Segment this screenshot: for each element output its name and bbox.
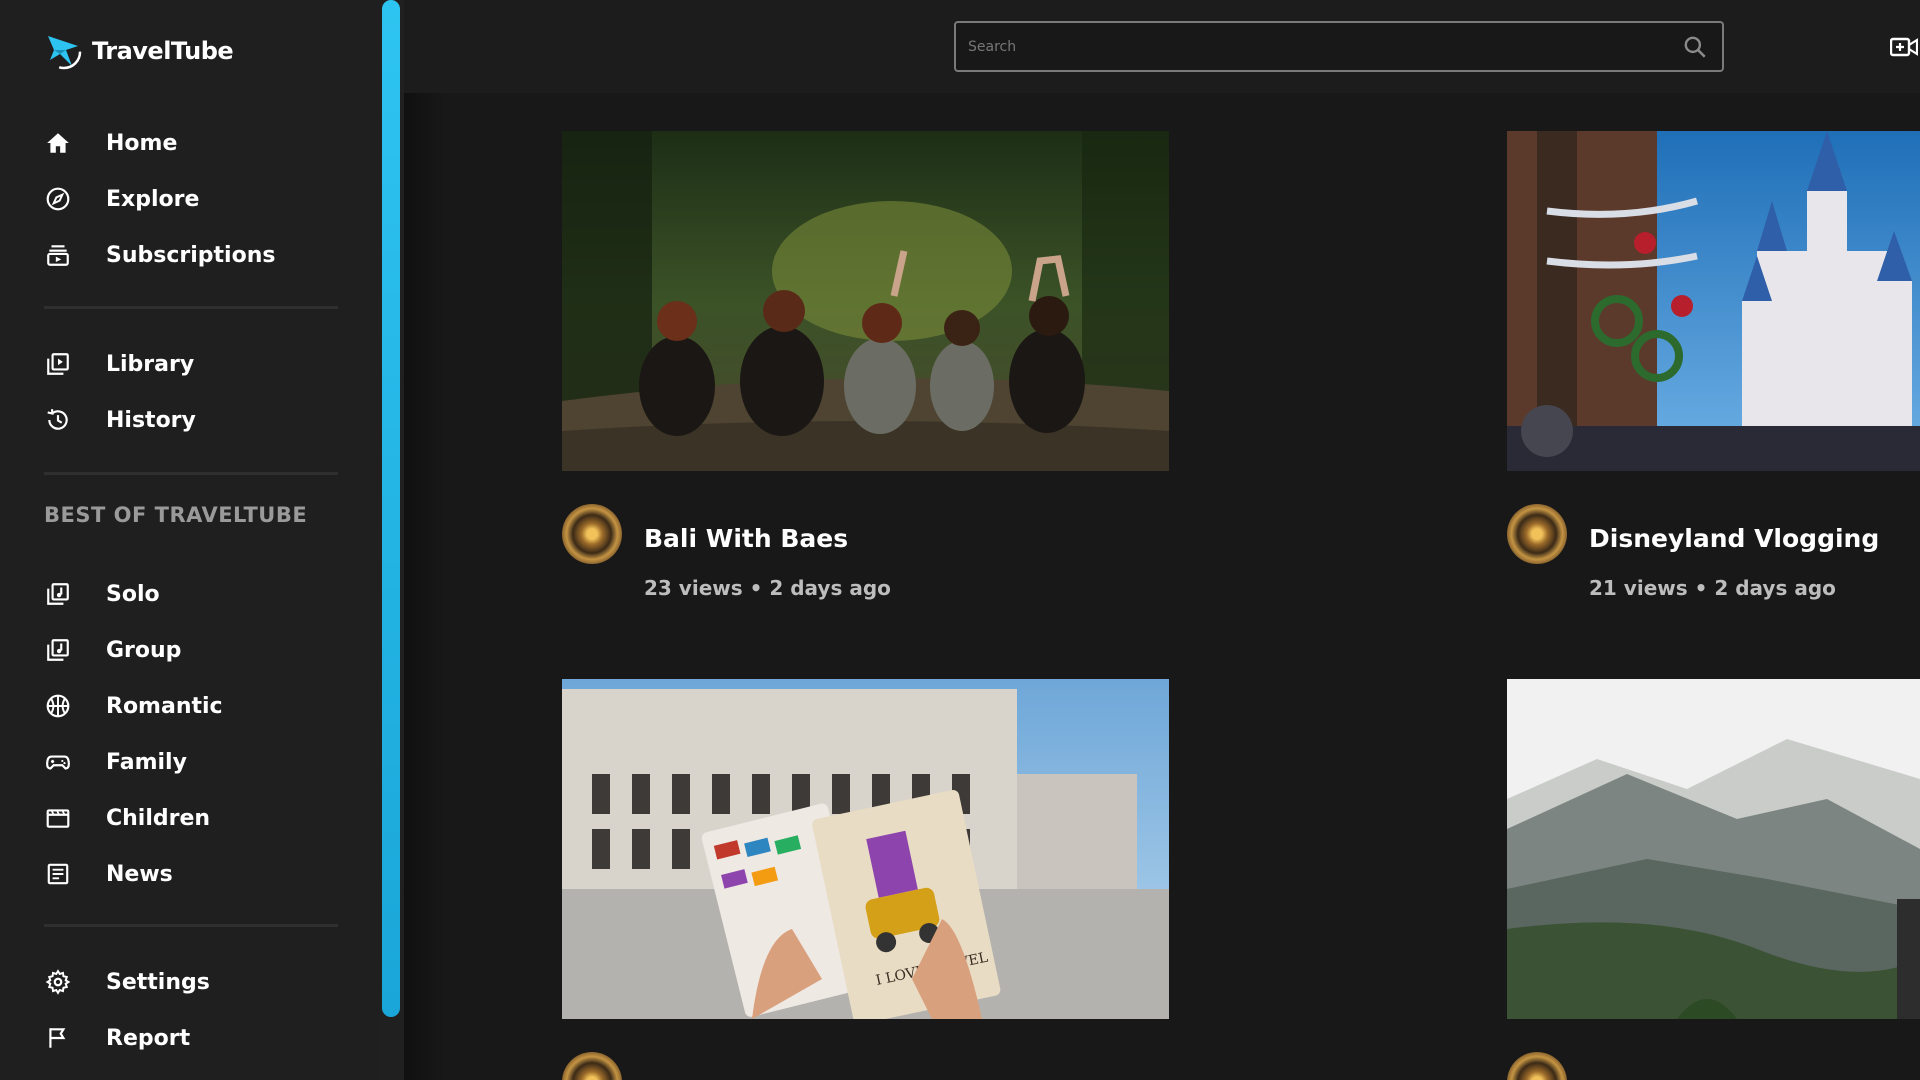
upload-video-icon[interactable] (1890, 36, 1918, 58)
sidebar-item-label: Settings (106, 969, 210, 995)
secondary-nav: Library History (44, 336, 344, 448)
sidebar-item-label: Family (106, 749, 187, 775)
basketball-icon (44, 692, 72, 720)
forest-group-photo (562, 131, 1169, 471)
section-title: BEST OF TRAVELTUBE (44, 503, 308, 527)
video-title[interactable]: Disneyland Vlogging (1589, 524, 1879, 553)
footer-nav: Settings Report (44, 954, 344, 1066)
sidebar-item-news[interactable]: News (44, 846, 344, 902)
movie-icon (44, 804, 72, 832)
video-title[interactable]: Bali With Baes (644, 524, 848, 553)
search-input[interactable] (956, 23, 1722, 70)
video-thumbnail[interactable] (1507, 679, 1920, 1019)
category-nav: Solo Group Romantic Family Children News (44, 566, 344, 902)
sidebar-item-label: Solo (106, 581, 160, 607)
channel-avatar[interactable] (1507, 504, 1567, 564)
sidebar-divider (44, 472, 338, 475)
history-icon (44, 406, 72, 434)
gamepad-icon (44, 748, 72, 776)
channel-avatar[interactable] (562, 1052, 622, 1080)
subscriptions-icon (44, 241, 72, 269)
sidebar-item-label: News (106, 861, 173, 887)
castle-photo (1507, 131, 1920, 471)
news-icon (44, 860, 72, 888)
search-box[interactable] (954, 21, 1724, 72)
primary-nav: Home Explore Subscriptions (44, 115, 344, 283)
sidebar-item-label: Children (106, 805, 211, 831)
sidebar-item-romantic[interactable]: Romantic (44, 678, 344, 734)
sidebar-item-home[interactable]: Home (44, 115, 344, 171)
compass-icon (44, 185, 72, 213)
sidebar-item-children[interactable]: Children (44, 790, 344, 846)
plane-logo-icon (46, 34, 82, 70)
sidebar-item-subscriptions[interactable]: Subscriptions (44, 227, 344, 283)
sidebar-item-label: History (106, 407, 196, 433)
app-name: TravelTube (92, 37, 234, 65)
music-library-icon (44, 580, 72, 608)
flag-icon (44, 1024, 72, 1052)
sidebar-item-label: Romantic (106, 693, 223, 719)
video-thumbnail[interactable] (1507, 131, 1920, 471)
mountain-photo (1507, 679, 1920, 1019)
channel-avatar[interactable] (562, 504, 622, 564)
sidebar-item-settings[interactable]: Settings (44, 954, 344, 1010)
sidebar-item-label: Library (106, 351, 195, 377)
channel-avatar[interactable] (1507, 1052, 1567, 1080)
sidebar-divider (44, 924, 338, 927)
video-thumbnail[interactable] (562, 131, 1169, 471)
video-meta: 23 views • 2 days ago (644, 576, 891, 600)
home-icon (44, 129, 72, 157)
sidebar-item-label: Group (106, 637, 182, 663)
sidebar-item-library[interactable]: Library (44, 336, 344, 392)
sidebar-divider (44, 306, 338, 309)
sidebar-item-family[interactable]: Family (44, 734, 344, 790)
video-thumbnail[interactable]: I LOVE TRAVEL (562, 679, 1169, 1019)
gear-icon (44, 968, 72, 996)
sidebar-item-explore[interactable]: Explore (44, 171, 344, 227)
sidebar-item-label: Subscriptions (106, 242, 276, 268)
sidebar-item-report[interactable]: Report (44, 1010, 344, 1066)
sidebar-item-solo[interactable]: Solo (44, 566, 344, 622)
sidebar-item-group[interactable]: Group (44, 622, 344, 678)
sidebar-item-label: Report (106, 1025, 191, 1051)
library-icon (44, 350, 72, 378)
music-library-icon (44, 636, 72, 664)
sidebar: TravelTube Home Explore Subscriptions Li… (0, 0, 380, 1080)
content-edge-shadow (404, 93, 444, 1080)
video-meta: 21 views • 2 days ago (1589, 576, 1836, 600)
parliament-travel-photo: I LOVE TRAVEL (562, 679, 1169, 1019)
search-icon[interactable] (1682, 34, 1708, 60)
sidebar-item-label: Home (106, 130, 178, 156)
sidebar-scrollbar-thumb[interactable] (382, 0, 400, 1017)
sidebar-item-history[interactable]: History (44, 392, 344, 448)
brand[interactable]: TravelTube (44, 30, 234, 72)
sidebar-item-label: Explore (106, 186, 200, 212)
